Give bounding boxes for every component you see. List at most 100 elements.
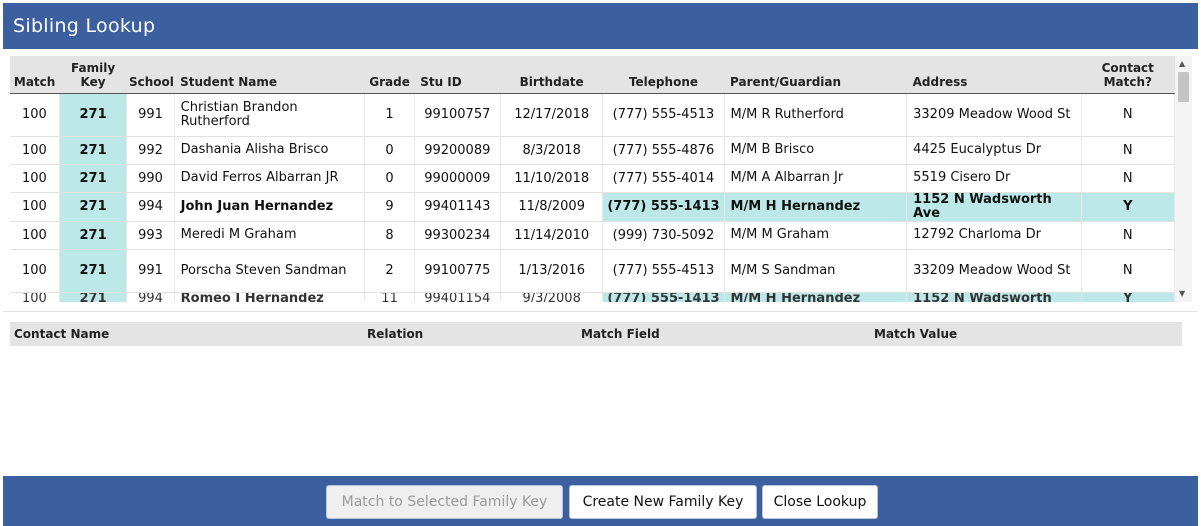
scrollbar-thumb[interactable] xyxy=(1178,72,1189,102)
cell-parent: M/M B Brisco xyxy=(724,136,908,165)
cell-grade: 11 xyxy=(364,292,415,302)
cell-contact-match: N xyxy=(1081,136,1176,165)
cell-school: 991 xyxy=(126,249,175,293)
cell-stu-id: 99300234 xyxy=(414,221,501,250)
grid-vertical-scrollbar[interactable]: ▲ ▼ xyxy=(1175,56,1192,302)
cell-telephone: (777) 555-4513 xyxy=(602,93,725,137)
col-header-student-name[interactable]: Student Name xyxy=(174,56,365,94)
col-header-birthdate[interactable]: Birthdate xyxy=(500,56,603,94)
cell-grade: 2 xyxy=(364,249,415,293)
col-header-match[interactable]: Match xyxy=(10,56,60,94)
cell-parent: M/M H Hernandez xyxy=(724,192,908,222)
cell-grade: 8 xyxy=(364,221,415,250)
cell-birthdate: 1/13/2016 xyxy=(500,249,604,293)
cell-stu-id: 99401143 xyxy=(414,192,501,222)
cell-contact-match: Y xyxy=(1081,292,1176,302)
cell-match: 100 xyxy=(10,249,60,293)
cell-birthdate: 9/3/2008 xyxy=(500,292,604,302)
cell-contact-match: Y xyxy=(1081,192,1176,222)
scroll-down-arrow-icon[interactable]: ▼ xyxy=(1179,289,1185,298)
cell-student-name: Christian Brandon Rutherford xyxy=(174,93,366,137)
cell-contact-match: N xyxy=(1081,93,1176,137)
table-row[interactable]: 100 271 990 David Ferros Albarran JR 0 9… xyxy=(10,164,1176,193)
cell-school: 992 xyxy=(126,136,175,165)
cell-contact-match: N xyxy=(1081,164,1176,193)
table-row[interactable]: 100 271 992 Dashania Alisha Brisco 0 992… xyxy=(10,136,1176,165)
col-header-parent-guardian[interactable]: Parent/Guardian xyxy=(724,56,907,94)
col-header-grade[interactable]: Grade xyxy=(364,56,415,94)
cell-birthdate: 8/3/2018 xyxy=(500,136,604,165)
cell-grade: 0 xyxy=(364,164,415,193)
table-row[interactable]: 100 271 993 Meredi M Graham 8 99300234 1… xyxy=(10,221,1176,250)
cell-birthdate: 11/14/2010 xyxy=(500,221,604,250)
dialog-footer: Match to Selected Family Key Create New … xyxy=(3,476,1198,526)
cell-school: 993 xyxy=(126,221,175,250)
cell-stu-id: 99100757 xyxy=(414,93,501,137)
window-title-bar: Sibling Lookup xyxy=(3,3,1198,49)
cell-birthdate: 11/10/2018 xyxy=(500,164,604,193)
cell-grade: 0 xyxy=(364,136,415,165)
cell-match: 100 xyxy=(10,221,60,250)
cell-address: 33209 Meadow Wood St xyxy=(906,93,1082,137)
cell-family-key: 271 xyxy=(59,249,128,293)
cell-student-name: Porscha Steven Sandman xyxy=(174,249,366,293)
col-header-stu-id[interactable]: Stu ID xyxy=(414,56,501,94)
table-row[interactable]: 100 271 991 Christian Brandon Rutherford… xyxy=(10,93,1176,137)
cell-parent: M/M H Hernandez xyxy=(724,292,908,302)
cell-contact-match: N xyxy=(1081,249,1176,293)
cell-grade: 9 xyxy=(364,192,415,222)
col-header-match-value[interactable]: Match Value xyxy=(874,327,957,341)
cell-match: 100 xyxy=(10,292,60,302)
cell-family-key: 271 xyxy=(59,192,128,222)
cell-address: 33209 Meadow Wood St xyxy=(906,249,1082,293)
close-lookup-button[interactable]: Close Lookup xyxy=(762,485,878,519)
cell-family-key: 271 xyxy=(59,93,128,137)
cell-student-name: David Ferros Albarran JR xyxy=(174,164,366,193)
col-header-telephone[interactable]: Telephone xyxy=(602,56,725,94)
cell-school: 990 xyxy=(126,164,175,193)
col-header-contact-match[interactable]: Contact Match? xyxy=(1081,56,1175,94)
cell-address: 1152 N Wadsworth Ave xyxy=(906,192,1082,222)
window-title: Sibling Lookup xyxy=(13,15,156,37)
cell-grade: 1 xyxy=(364,93,415,137)
cell-contact-match: N xyxy=(1081,221,1176,250)
cell-stu-id: 99200089 xyxy=(414,136,501,165)
cell-birthdate: 11/8/2009 xyxy=(500,192,604,222)
create-new-family-key-button[interactable]: Create New Family Key xyxy=(569,485,757,519)
col-header-relation[interactable]: Relation xyxy=(367,327,423,341)
col-header-contact-name[interactable]: Contact Name xyxy=(14,327,109,341)
section-divider xyxy=(3,311,1198,312)
cell-parent: M/M S Sandman xyxy=(724,249,908,293)
cell-family-key: 271 xyxy=(59,136,128,165)
sibling-results-grid: Match Family Key School Student Name Gra… xyxy=(10,56,1192,302)
cell-stu-id: 99401154 xyxy=(414,292,501,302)
cell-match: 100 xyxy=(10,164,60,193)
col-header-address[interactable]: Address xyxy=(906,56,1082,94)
cell-match: 100 xyxy=(10,93,60,137)
cell-address: 12792 Charloma Dr xyxy=(906,221,1082,250)
cell-match: 100 xyxy=(10,136,60,165)
cell-student-name: Romeo J Hernandez xyxy=(174,292,366,302)
cell-birthdate: 12/17/2018 xyxy=(500,93,604,137)
cell-student-name: Meredi M Graham xyxy=(174,221,366,250)
cell-stu-id: 99100775 xyxy=(414,249,501,293)
cell-telephone: (777) 555-1413 xyxy=(602,192,725,222)
cell-address: 5519 Cisero Dr xyxy=(906,164,1082,193)
col-header-school[interactable]: School xyxy=(126,56,175,94)
cell-telephone: (777) 555-4876 xyxy=(602,136,725,165)
cell-telephone: (777) 555-4014 xyxy=(602,164,725,193)
cell-match: 100 xyxy=(10,192,60,222)
scroll-up-arrow-icon[interactable]: ▲ xyxy=(1179,59,1185,68)
match-to-selected-family-key-button[interactable]: Match to Selected Family Key xyxy=(326,485,563,519)
cell-parent: M/M M Graham xyxy=(724,221,908,250)
cell-family-key: 271 xyxy=(59,221,128,250)
cell-student-name: John Juan Hernandez xyxy=(174,192,366,222)
cell-student-name: Dashania Alisha Brisco xyxy=(174,136,366,165)
col-header-family-key[interactable]: Family Key xyxy=(59,56,127,94)
table-row-highlighted[interactable]: 100 271 994 John Juan Hernandez 9 994011… xyxy=(10,192,1176,222)
col-header-match-field[interactable]: Match Field xyxy=(581,327,660,341)
table-row[interactable]: 100 271 991 Porscha Steven Sandman 2 991… xyxy=(10,249,1176,293)
cell-telephone: (777) 555-1413 xyxy=(602,292,725,302)
table-row-highlighted-partial[interactable]: 100 271 994 Romeo J Hernandez 11 9940115… xyxy=(10,292,1176,302)
cell-school: 994 xyxy=(126,192,175,222)
